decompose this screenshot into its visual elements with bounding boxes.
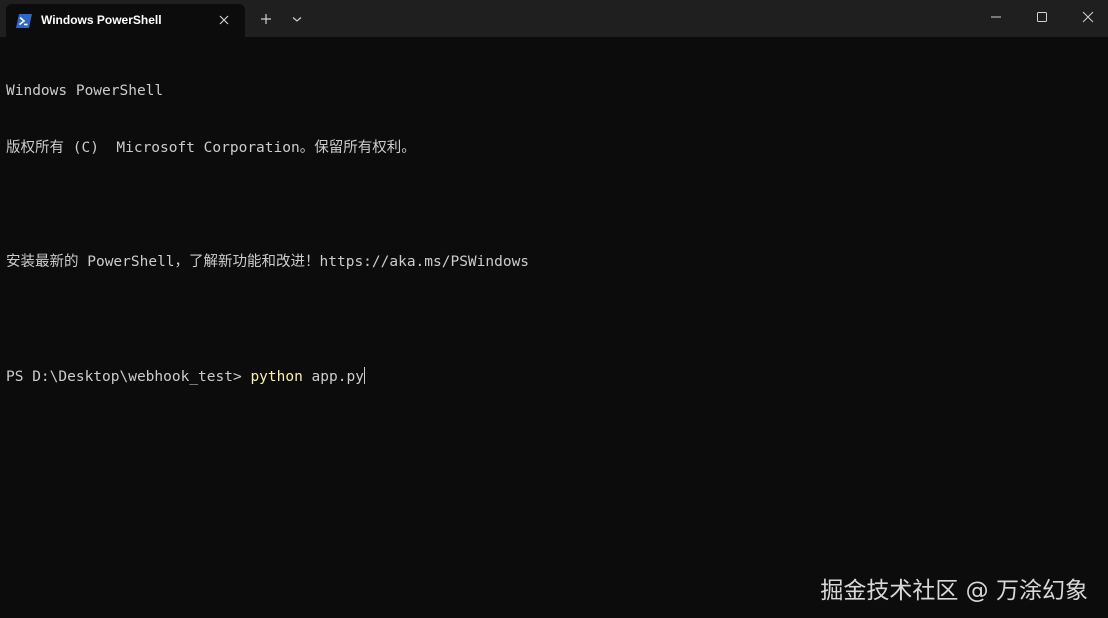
powershell-icon xyxy=(16,13,32,28)
tab-windows-powershell[interactable]: Windows PowerShell xyxy=(6,4,245,37)
chevron-down-icon[interactable] xyxy=(289,11,305,27)
close-icon[interactable] xyxy=(216,12,232,28)
terminal-line: 安装最新的 PowerShell，了解新功能和改进！https://aka.ms… xyxy=(6,254,530,270)
prompt-line[interactable]: PS D:\Desktop\webhook_test> python app.p… xyxy=(6,367,1108,386)
close-icon xyxy=(1082,11,1094,23)
command: python xyxy=(250,369,303,385)
prompt: PS D:\Desktop\webhook_test> xyxy=(6,369,251,385)
plus-icon[interactable] xyxy=(258,11,274,27)
terminal-line: 版权所有 (C) Microsoft Corporation。保留所有权利。 xyxy=(6,140,416,156)
minimize-button[interactable] xyxy=(973,0,1019,34)
command-args: app.py xyxy=(302,369,364,385)
maximize-button[interactable] xyxy=(1019,0,1065,34)
tab-title: Windows PowerShell xyxy=(41,13,162,27)
terminal-output[interactable]: Windows PowerShell 版权所有 (C) Microsoft Co… xyxy=(6,44,1108,618)
terminal-line: Windows PowerShell xyxy=(6,83,164,99)
close-button[interactable] xyxy=(1065,0,1108,34)
watermark: 掘金技术社区 @ 万涂幻象 xyxy=(820,578,1088,604)
text-cursor xyxy=(363,367,365,384)
title-bar[interactable]: Windows PowerShell xyxy=(0,0,1108,37)
maximize-icon xyxy=(1037,12,1047,22)
minimize-icon xyxy=(991,16,1001,18)
